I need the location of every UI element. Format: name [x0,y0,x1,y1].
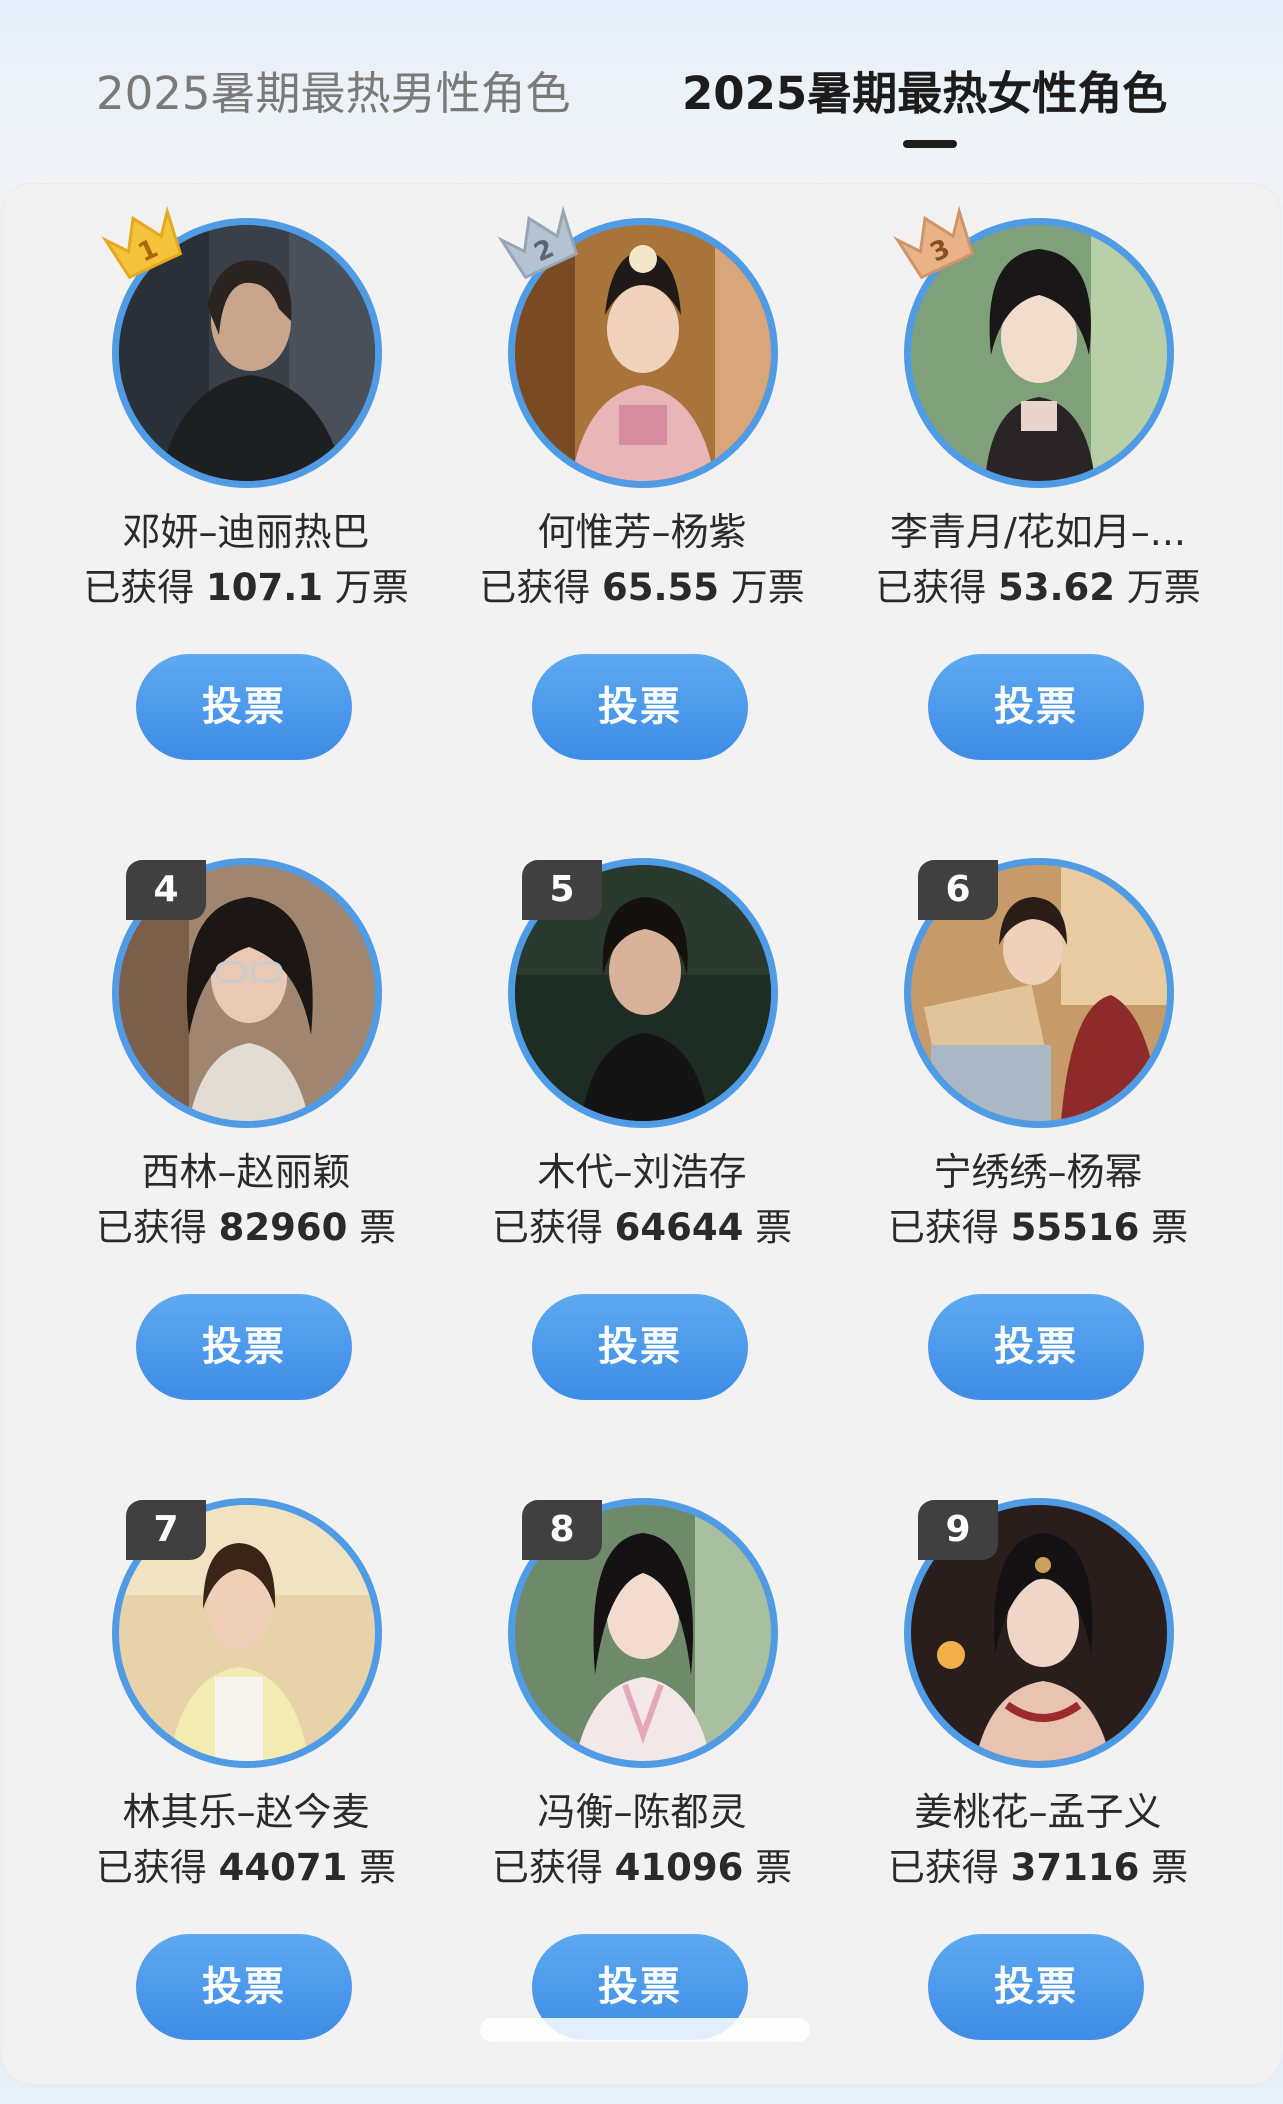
votes-unit: 票 [359,1846,397,1889]
vote-button[interactable]: 投票 [136,654,352,760]
rank-1-crown-icon: 1 [96,194,192,290]
votes-unit: 票 [755,1206,793,1249]
vote-count: 已获得 55516 票 [840,1202,1236,1254]
character-name: 林其乐–赵今麦 [122,1790,370,1834]
character-name: 何惟芳–杨紫 [537,510,747,554]
vote-count: 已获得 37116 票 [840,1842,1236,1894]
vote-count: 已获得 41096 票 [444,1842,840,1894]
votes-number: 44071 [218,1846,348,1889]
vote-count: 已获得 82960 票 [48,1202,444,1254]
rank-badge: 9 [918,1500,998,1560]
ranking-panel: 1 邓妍–迪丽热巴 已获得 107.1 万票 投票 2 何惟芳–杨紫 已获得 6… [2,184,1281,2084]
votes-number: 53.62 [997,566,1116,609]
votes-prefix: 已获得 [95,1206,207,1249]
votes-prefix: 已获得 [875,566,987,609]
vote-count: 已获得 64644 票 [444,1202,840,1254]
votes-prefix: 已获得 [491,1846,603,1889]
rank-badge: 6 [918,860,998,920]
votes-number: 41096 [614,1846,744,1889]
rank-badge: 7 [126,1500,206,1560]
rank-badge: 5 [522,860,602,920]
vote-button[interactable]: 投票 [928,654,1144,760]
vote-count: 已获得 44071 票 [48,1842,444,1894]
tab-male-characters[interactable]: 2025暑期最热男性角色 [96,58,571,130]
vote-button[interactable]: 投票 [928,1294,1144,1400]
character-name: 木代–刘浩存 [537,1150,747,1194]
character-name: 姜桃花–孟子义 [914,1790,1162,1834]
character-name: 李青月/花如月–... [889,510,1187,554]
character-card: 9 姜桃花–孟子义 已获得 37116 票 投票 [840,1464,1236,2104]
category-tabs: 2025暑期最热男性角色 2025暑期最热女性角色 [0,0,1283,170]
votes-unit: 票 [755,1846,793,1889]
votes-unit: 万票 [334,566,409,609]
vote-count: 已获得 53.62 万票 [840,562,1236,614]
active-tab-indicator [903,140,957,148]
votes-unit: 票 [359,1206,397,1249]
vote-count: 已获得 107.1 万票 [48,562,444,614]
votes-unit: 票 [1151,1206,1189,1249]
votes-unit: 票 [1151,1846,1189,1889]
rank-badge: 8 [522,1500,602,1560]
votes-number: 82960 [218,1206,348,1249]
votes-prefix: 已获得 [83,566,195,609]
character-card: 1 邓妍–迪丽热巴 已获得 107.1 万票 投票 [48,184,444,824]
character-card: 6 宁绣绣–杨幂 已获得 55516 票 投票 [840,824,1236,1464]
votes-number: 37116 [1010,1846,1140,1889]
character-card: 8 冯衡–陈都灵 已获得 41096 票 投票 [444,1464,840,2104]
rank-2-crown-icon: 2 [492,194,588,290]
rank-badge: 4 [126,860,206,920]
votes-number: 64644 [614,1206,744,1249]
vote-button[interactable]: 投票 [928,1934,1144,2040]
vote-count: 已获得 65.55 万票 [444,562,840,614]
character-card: 5 木代–刘浩存 已获得 64644 票 投票 [444,824,840,1464]
character-name: 冯衡–陈都灵 [537,1790,747,1834]
character-card: 7 林其乐–赵今麦 已获得 44071 票 投票 [48,1464,444,2104]
votes-unit: 万票 [1126,566,1201,609]
watermark-strip [480,2018,810,2042]
vote-button[interactable]: 投票 [136,1934,352,2040]
votes-number: 107.1 [205,566,324,609]
votes-prefix: 已获得 [491,1206,603,1249]
vote-button[interactable]: 投票 [136,1294,352,1400]
votes-prefix: 已获得 [887,1846,999,1889]
votes-prefix: 已获得 [479,566,591,609]
votes-prefix: 已获得 [887,1206,999,1249]
character-card: 4 西林–赵丽颖 已获得 82960 票 投票 [48,824,444,1464]
votes-unit: 万票 [730,566,805,609]
character-card: 2 何惟芳–杨紫 已获得 65.55 万票 投票 [444,184,840,824]
vote-button[interactable]: 投票 [532,654,748,760]
character-name: 邓妍–迪丽热巴 [122,510,370,554]
tab-female-characters[interactable]: 2025暑期最热女性角色 [682,58,1167,130]
votes-number: 65.55 [601,566,720,609]
character-name: 宁绣绣–杨幂 [933,1150,1143,1194]
character-card: 3 李青月/花如月–... 已获得 53.62 万票 投票 [840,184,1236,824]
votes-prefix: 已获得 [95,1846,207,1889]
votes-number: 55516 [1010,1206,1140,1249]
rank-3-crown-icon: 3 [888,194,984,290]
vote-button[interactable]: 投票 [532,1294,748,1400]
character-name: 西林–赵丽颖 [141,1150,351,1194]
